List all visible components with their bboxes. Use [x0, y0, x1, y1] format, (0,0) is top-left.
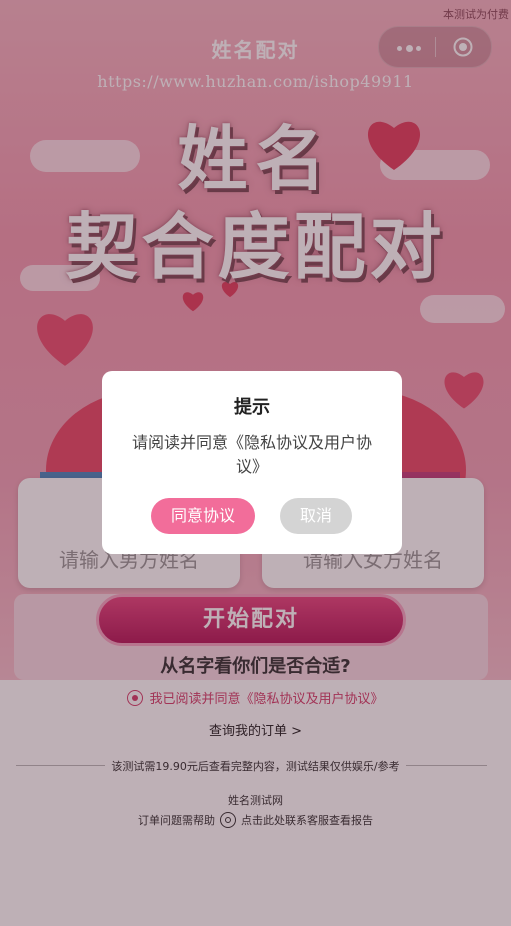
- dialog-title: 提示: [234, 397, 270, 418]
- dialog-message: 请阅读并同意《隐私协议及用户协议》: [131, 433, 372, 476]
- app-page: 本测试为付费 姓名配对 https://www.huzhan.com/ishop…: [0, 0, 511, 926]
- cancel-button[interactable]: 取消: [280, 498, 352, 534]
- agree-button[interactable]: 同意协议: [151, 498, 255, 534]
- prompt-dialog: 提示 请阅读并同意《隐私协议及用户协议》 同意协议 取消: [102, 371, 402, 554]
